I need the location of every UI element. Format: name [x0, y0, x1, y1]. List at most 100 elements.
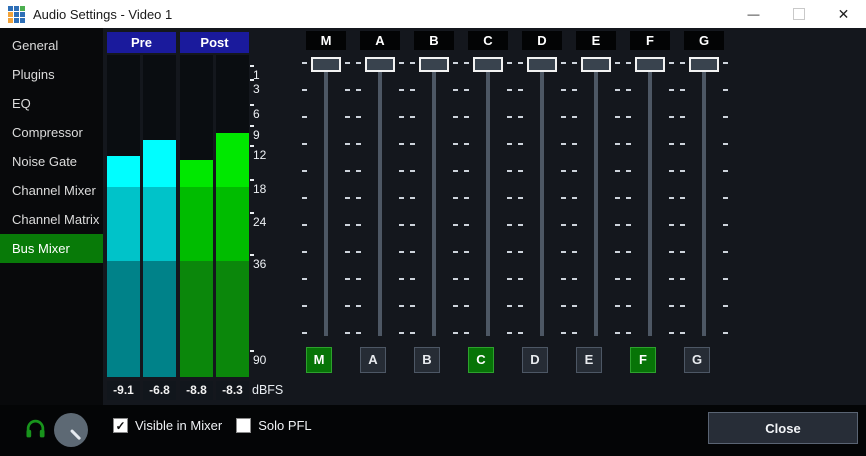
fader-tick — [453, 143, 458, 145]
fader-tick — [561, 332, 566, 334]
fader-track[interactable] — [324, 66, 328, 336]
fader-tick — [669, 170, 674, 172]
fader-track[interactable] — [486, 66, 490, 336]
fader-tick — [345, 278, 350, 280]
maximize-button — [776, 0, 821, 28]
checkbox-visible-in-mixer[interactable]: ✓ Visible in Mixer — [113, 418, 222, 433]
checkbox-box[interactable] — [236, 418, 251, 433]
bus-button-d[interactable]: D — [522, 347, 548, 373]
fader-tick — [572, 305, 577, 307]
fader-tick — [626, 116, 631, 118]
bus-header-m: M — [306, 31, 346, 50]
fader-tick — [615, 332, 620, 334]
checkbox-label: Visible in Mixer — [135, 418, 222, 433]
fader-track[interactable] — [594, 66, 598, 336]
bus-button-f[interactable]: F — [630, 347, 656, 373]
fader-handle[interactable] — [581, 57, 611, 72]
fader-tick — [561, 62, 566, 64]
fader-track[interactable] — [648, 66, 652, 336]
checkbox-solo-pfl[interactable]: Solo PFL — [236, 418, 311, 433]
fader-tick — [626, 278, 631, 280]
fader-tick — [410, 89, 415, 91]
fader-tick — [723, 332, 728, 334]
fader-tick — [410, 116, 415, 118]
fader-tick — [561, 143, 566, 145]
fader-tick — [723, 143, 728, 145]
fader-tick — [464, 143, 469, 145]
fader-tick — [345, 116, 350, 118]
fader-tick — [561, 116, 566, 118]
fader-tick — [507, 116, 512, 118]
bus-header-g: G — [684, 31, 724, 50]
fader-track[interactable] — [540, 66, 544, 336]
fader-tick — [680, 116, 685, 118]
minimize-button[interactable]: — — [731, 0, 776, 32]
fader-panel: MMAABBCCDDEEFFGG — [0, 28, 866, 405]
fader-tick — [561, 251, 566, 253]
fader-tick — [507, 197, 512, 199]
fader-track[interactable] — [702, 66, 706, 336]
fader-tick — [561, 278, 566, 280]
bus-button-m[interactable]: M — [306, 347, 332, 373]
fader-tick — [723, 197, 728, 199]
fader-handle[interactable] — [419, 57, 449, 72]
fader-tick — [302, 224, 307, 226]
monitor-volume-knob[interactable] — [54, 413, 88, 447]
fader-track[interactable] — [378, 66, 382, 336]
footer-bar: ✓ Visible in Mixer Solo PFL Close — [0, 405, 866, 456]
fader-tick — [561, 170, 566, 172]
fader-handle[interactable] — [473, 57, 503, 72]
fader-tick — [302, 251, 307, 253]
fader-handle[interactable] — [311, 57, 341, 72]
bus-header-c: C — [468, 31, 508, 50]
fader-tick — [615, 251, 620, 253]
fader-tick — [680, 89, 685, 91]
window-title: Audio Settings - Video 1 — [33, 7, 172, 22]
fader-tick — [615, 197, 620, 199]
fader-tick — [453, 116, 458, 118]
fader-tick — [680, 197, 685, 199]
fader-tick — [680, 251, 685, 253]
fader-tick — [615, 116, 620, 118]
fader-tick — [507, 305, 512, 307]
fader-handle[interactable] — [635, 57, 665, 72]
close-window-button[interactable]: ✕ — [821, 0, 866, 28]
bus-button-b[interactable]: B — [414, 347, 440, 373]
fader-tick — [399, 278, 404, 280]
fader-tick — [561, 197, 566, 199]
fader-tick — [410, 197, 415, 199]
fader-tick — [518, 116, 523, 118]
fader-tick — [680, 332, 685, 334]
fader-tick — [345, 305, 350, 307]
fader-column-g: GG — [677, 28, 731, 405]
fader-tick — [723, 224, 728, 226]
fader-track[interactable] — [432, 66, 436, 336]
bus-button-e[interactable]: E — [576, 347, 602, 373]
fader-tick — [399, 170, 404, 172]
fader-tick — [615, 305, 620, 307]
fader-tick — [345, 89, 350, 91]
fader-tick — [356, 305, 361, 307]
fader-tick — [572, 143, 577, 145]
fader-tick — [615, 278, 620, 280]
fader-handle[interactable] — [365, 57, 395, 72]
headphones-icon[interactable] — [25, 418, 46, 439]
fader-tick — [464, 305, 469, 307]
fader-tick — [507, 143, 512, 145]
fader-tick — [356, 251, 361, 253]
bus-button-g[interactable]: G — [684, 347, 710, 373]
fader-tick — [302, 332, 307, 334]
bus-button-c[interactable]: C — [468, 347, 494, 373]
fader-handle[interactable] — [527, 57, 557, 72]
fader-tick — [507, 332, 512, 334]
fader-tick — [626, 89, 631, 91]
bus-button-a[interactable]: A — [360, 347, 386, 373]
fader-tick — [572, 278, 577, 280]
fader-tick — [615, 143, 620, 145]
checkbox-box[interactable]: ✓ — [113, 418, 128, 433]
close-button[interactable]: Close — [708, 412, 858, 444]
fader-tick — [356, 89, 361, 91]
fader-column-e: EE — [569, 28, 623, 405]
fader-handle[interactable] — [689, 57, 719, 72]
fader-tick — [399, 116, 404, 118]
